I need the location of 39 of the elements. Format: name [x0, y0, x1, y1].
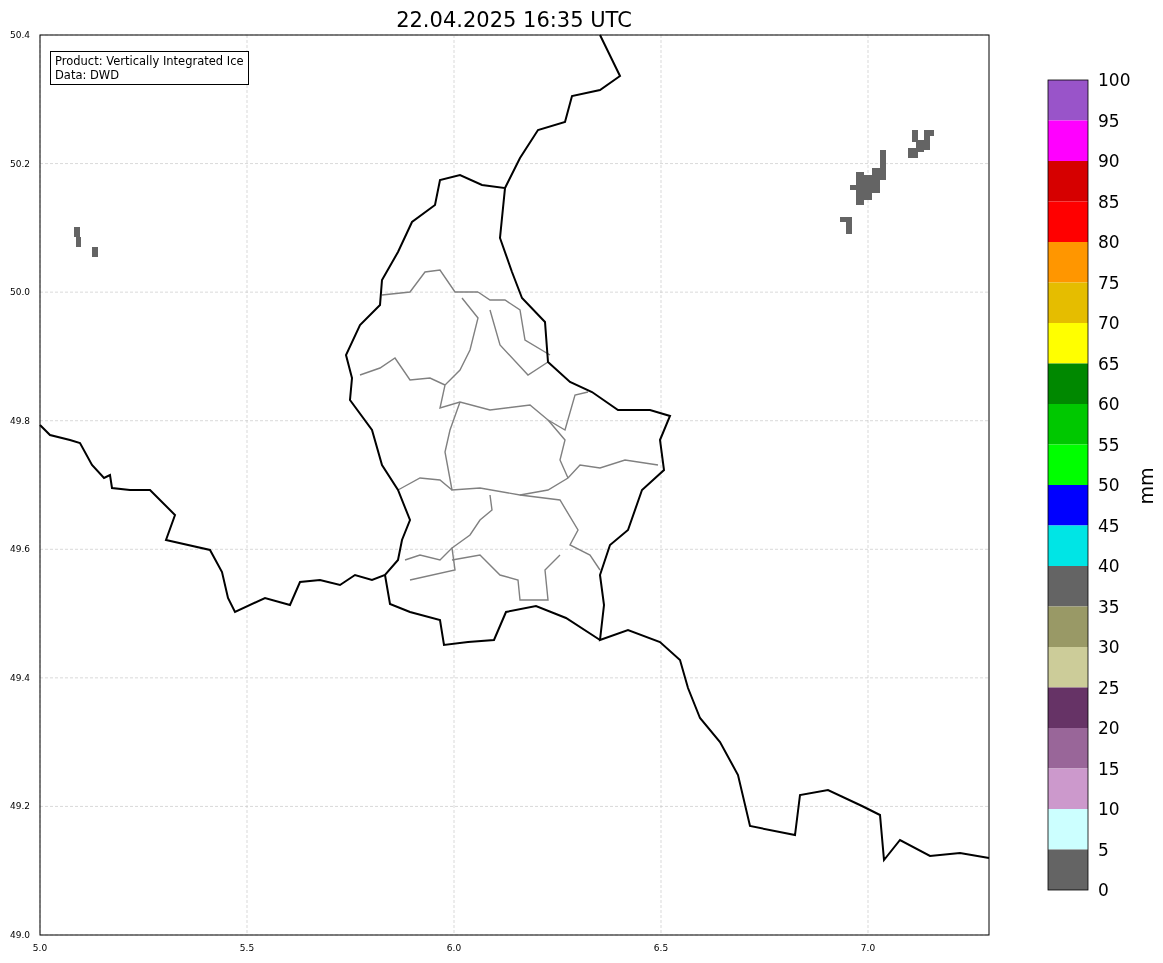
colorbar-tick-label: 15 — [1098, 758, 1120, 779]
colorbar-tick-label: 100 — [1098, 70, 1131, 90]
x-tick-label: 6.5 — [653, 943, 669, 953]
colorbar-tick-label: 10 — [1098, 799, 1120, 819]
y-tick-label: 49.0 — [9, 930, 30, 940]
colorbar-tick-label: 5 — [1098, 839, 1109, 860]
colorbar-tick-label: 85 — [1098, 191, 1120, 212]
colorbar-tick-label: 20 — [1098, 718, 1120, 738]
y-tick-label: 49.8 — [9, 415, 30, 426]
colorbar-tick-label: 55 — [1098, 434, 1120, 455]
info-text: Data: DWD — [55, 68, 121, 82]
colorbar-tick-label: 25 — [1098, 677, 1120, 698]
y-tick-label: 50.0 — [9, 287, 30, 298]
colorbar-tick-label: 45 — [1098, 515, 1120, 536]
radar-echo-drawing — [74, 227, 98, 257]
colorbar-tick-label: 75 — [1098, 272, 1120, 293]
colorbar-tick-label: 30 — [1098, 637, 1120, 657]
colorbar-unit-label: mm — [1135, 467, 1157, 505]
colorbar-tick-label: 80 — [1098, 232, 1120, 252]
y-tick-label: 49.4 — [9, 672, 30, 683]
x-tick-label: 5.5 — [239, 943, 255, 953]
colorbar-tick-label: 65 — [1098, 353, 1120, 374]
info-text: Product: Vertically Integrated Ice — [55, 54, 244, 68]
x-tick-label: 7.0 — [860, 943, 876, 953]
y-tick-label: 50.4 — [9, 30, 30, 40]
x-tick-label: 5.0 — [32, 943, 48, 953]
chart-title: 22.04.2025 16:35 UTC — [396, 8, 632, 32]
colorbar-tick-label: 70 — [1098, 313, 1120, 333]
colorbar-tick-label: 40 — [1098, 556, 1120, 576]
colorbar-tick-label: 35 — [1098, 596, 1120, 617]
x-tick-label: 6.0 — [446, 943, 462, 953]
colorbar-tick-label: 90 — [1098, 151, 1120, 171]
y-tick-label: 49.6 — [9, 544, 30, 555]
y-tick-label: 49.2 — [9, 801, 30, 812]
colorbar-tick-label: 60 — [1098, 394, 1120, 414]
colorbar-tick-label: 95 — [1098, 110, 1120, 131]
colorbar-tick-label: 50 — [1098, 475, 1120, 495]
colorbar-tick-label: 0 — [1098, 880, 1109, 900]
y-tick-label: 50.2 — [9, 158, 30, 169]
